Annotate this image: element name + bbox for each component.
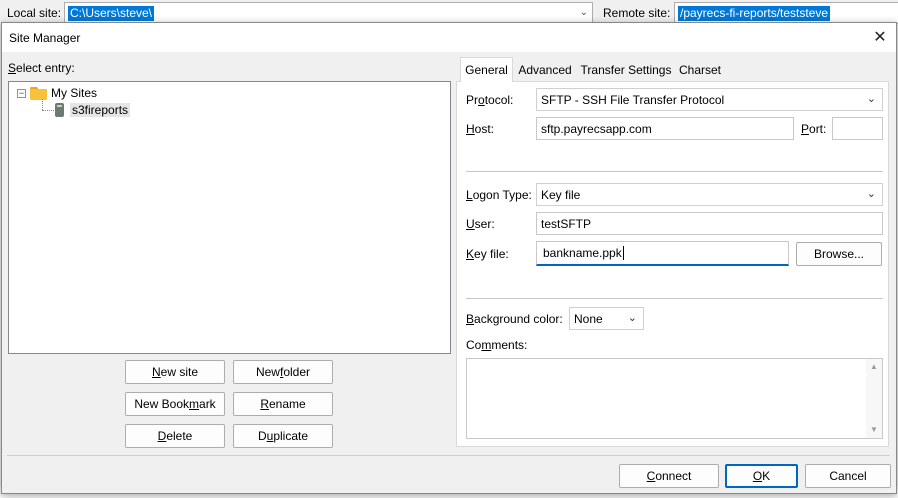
ok-button[interactable]: OK: [725, 464, 798, 488]
chevron-down-icon[interactable]: ⌄: [867, 92, 876, 105]
chevron-down-icon[interactable]: ⌄: [867, 187, 876, 200]
logon-type-select[interactable]: Key file ⌄: [536, 183, 883, 206]
comments-label: Comments:: [466, 338, 528, 352]
collapse-icon[interactable]: −: [17, 88, 26, 98]
key-file-value: bankname.ppk: [543, 246, 622, 260]
tree-node-label: s3fireports: [70, 103, 131, 117]
key-file-input[interactable]: bankname.ppk: [536, 241, 789, 266]
background-color-select[interactable]: None ⌄: [569, 307, 644, 330]
protocol-label: Protocol:: [466, 93, 514, 107]
text-caret: [622, 246, 624, 260]
tree-node-my-sites[interactable]: − My Sites: [17, 85, 97, 101]
tab-transfer-settings[interactable]: Transfer Settings: [577, 59, 675, 81]
chevron-down-icon[interactable]: ⌄: [580, 7, 588, 18]
scroll-down-icon[interactable]: ▼: [866, 422, 882, 438]
browse-button[interactable]: Browse...: [796, 242, 882, 266]
new-bookmark-button[interactable]: New Book m ark: [125, 392, 225, 416]
user-input[interactable]: testSFTP: [536, 212, 883, 235]
chevron-down-icon[interactable]: ⌄: [628, 311, 637, 324]
user-value: testSFTP: [541, 216, 592, 231]
tree-node-s3fireports[interactable]: s3fireports: [55, 102, 131, 118]
divider: [466, 171, 883, 172]
port-label: Port:: [801, 122, 827, 136]
host-label: Host:: [466, 122, 495, 136]
tab-general[interactable]: General: [460, 57, 513, 82]
host-value: sftp.payrecsapp.com: [541, 121, 652, 136]
new-site-button[interactable]: New site: [125, 360, 225, 384]
tab-advanced[interactable]: Advanced: [513, 59, 577, 81]
remote-site-path: /payrecs-fi-reports/teststeve: [678, 6, 831, 21]
dialog-titlebar: Site Manager ✕: [2, 23, 896, 52]
comments-scrollbar[interactable]: ▲ ▼: [866, 359, 882, 438]
logon-type-label: Logon Type:: [466, 188, 532, 202]
new-folder-button[interactable]: New f older: [233, 360, 333, 384]
divider: [466, 298, 883, 299]
tree-connector: [42, 110, 54, 111]
tab-charset[interactable]: Charset: [675, 59, 725, 81]
delete-button[interactable]: Delete: [125, 424, 225, 448]
scroll-up-icon[interactable]: ▲: [866, 359, 882, 375]
dialog-title: Site Manager: [9, 31, 81, 45]
tree-node-label: My Sites: [51, 86, 98, 100]
tree-connector: [42, 99, 43, 110]
cancel-button[interactable]: Cancel: [805, 464, 891, 488]
background-color-label: Background color:: [466, 312, 563, 326]
local-site-path: C:\Users\steve\: [68, 6, 155, 21]
user-label: User:: [466, 217, 495, 231]
site-manager-dialog: Site Manager ✕ Select entry: − My Sites …: [1, 22, 897, 494]
local-site-combo[interactable]: C:\Users\steve\ ⌄: [64, 2, 593, 24]
protocol-value: SFTP - SSH File Transfer Protocol: [541, 92, 725, 107]
remote-site-combo[interactable]: /payrecs-fi-reports/teststeve: [674, 2, 898, 24]
remote-site-label: Remote site:: [603, 6, 671, 20]
connect-button[interactable]: Connect: [619, 464, 719, 488]
logon-type-value: Key file: [541, 187, 581, 202]
port-input[interactable]: [832, 117, 883, 140]
background-color-value: None: [574, 311, 603, 326]
host-input[interactable]: sftp.payrecsapp.com: [536, 117, 794, 140]
folder-icon: [30, 86, 47, 100]
server-icon: [55, 103, 64, 117]
local-site-label: Local site:: [7, 6, 62, 20]
footer-divider: [7, 455, 890, 456]
comments-textarea[interactable]: ▲ ▼: [466, 358, 883, 439]
duplicate-button[interactable]: Du plicate: [233, 424, 333, 448]
key-file-label: Key file:: [466, 247, 509, 261]
close-icon[interactable]: ✕: [866, 24, 894, 50]
site-tree[interactable]: − My Sites s3fireports: [8, 81, 451, 354]
select-entry-label: Select entry:: [8, 61, 75, 75]
protocol-select[interactable]: SFTP - SSH File Transfer Protocol ⌄: [536, 88, 883, 111]
rename-button[interactable]: Rename: [233, 392, 333, 416]
